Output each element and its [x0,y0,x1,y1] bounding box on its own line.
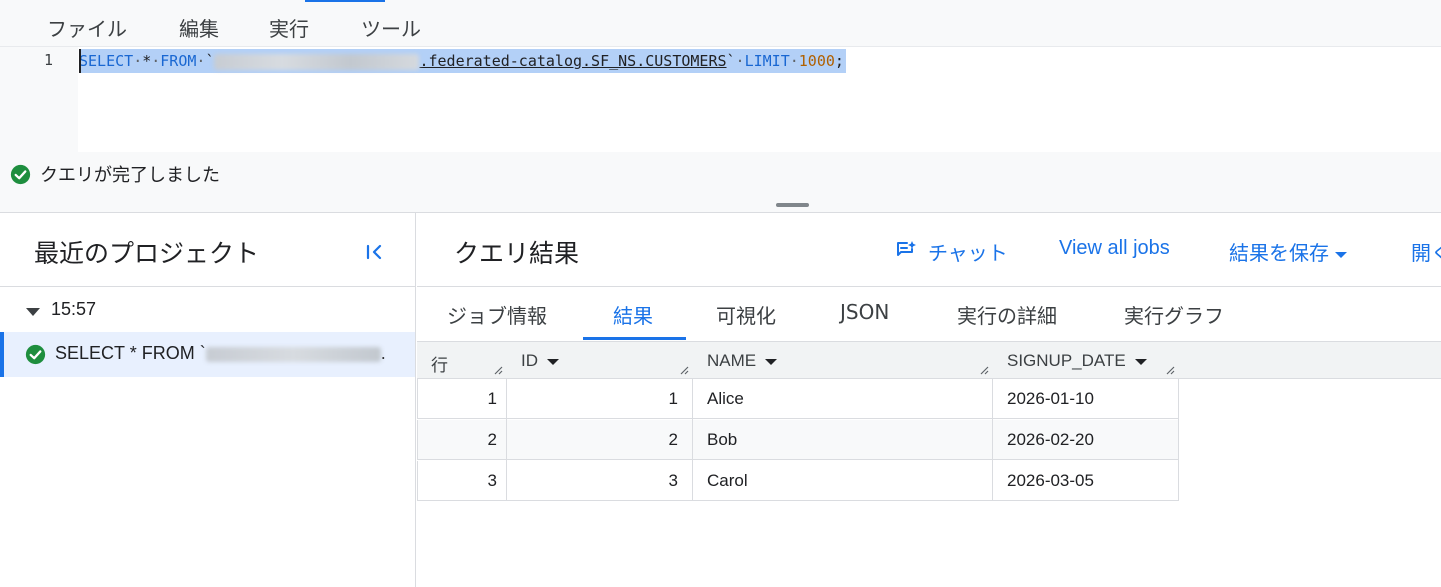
cell-id: 3 [668,471,678,490]
menu-edit[interactable]: 編集 [179,13,219,42]
code-backtick-open: ` [205,52,215,70]
cell-signup-date: 2026-02-20 [1007,430,1094,449]
column-header-signup-date[interactable]: SIGNUP_DATE [1007,342,1147,379]
collapse-left-icon[interactable] [365,243,385,261]
tab-execution-graph[interactable]: 実行グラフ [1124,300,1224,329]
save-results-button[interactable]: 結果を保存 [1229,237,1347,266]
divider [417,286,1441,287]
query-results-title: クエリ結果 [454,239,580,268]
redacted-project-id [214,53,420,70]
chevron-down-icon [765,358,778,365]
query-results-panel: クエリ結果 チャット View all jobs 結果を保存 開く ジョブ情報 … [417,213,1441,587]
cell-name: Carol [707,471,748,490]
column-header-name[interactable]: NAME [707,342,778,379]
code-line-1[interactable]: SELECT·*·FROM·` .federated-catalog.SF_NS.… [79,49,846,73]
kw-select: SELECT [79,52,134,70]
column-label-signup-date: SIGNUP_DATE [1007,351,1126,370]
column-resize-icon[interactable] [493,365,503,375]
kw-from: FROM [160,52,197,70]
check-circle-icon [25,344,46,365]
cell-row-number: 1 [487,389,497,408]
history-group-label: 15:57 [51,299,97,319]
history-job-text: SELECT * FROM `. [55,343,386,364]
code-backtick-close: ` [726,52,736,70]
cell-signup-date: 2026-03-05 [1007,471,1094,490]
cell-id: 2 [668,430,678,449]
tab-visualization[interactable]: 可視化 [716,300,776,329]
tab-json[interactable]: JSON [840,300,889,324]
open-button[interactable]: 開く [1411,237,1441,266]
column-resize-icon[interactable] [979,365,989,375]
recent-projects-title: 最近のプロジェクト [34,239,260,268]
tab-job-info[interactable]: ジョブ情報 [447,300,547,329]
panel-resize-handle[interactable] [776,203,809,207]
tab-results[interactable]: 結果 [613,300,653,329]
check-circle-icon [10,164,31,185]
column-header-row: 行 [431,356,448,375]
status-text: クエリが完了しました [40,165,220,186]
cell-row-number: 2 [487,430,497,449]
history-group-1557[interactable]: 15:57 [0,293,415,329]
line-gutter: 1 [0,47,78,152]
table-header: 行 ID NAME SIGNUP_DATE [417,341,1441,379]
cell-name: Alice [707,389,744,408]
chevron-down-icon [1335,251,1347,258]
code-limit-value: 1000 [798,52,835,70]
menu-run[interactable]: 実行 [269,13,309,42]
column-divider [992,378,993,500]
cell-name: Bob [707,430,738,449]
column-resize-icon[interactable] [1165,365,1175,375]
column-resize-icon[interactable] [679,365,689,375]
chat-spark-icon[interactable] [895,240,917,260]
table-row[interactable]: 3 3 Carol 2026-03-05 [417,461,1179,501]
history-job-item[interactable]: SELECT * FROM `. [0,332,415,377]
view-all-jobs-link[interactable]: View all jobs [1059,237,1170,260]
column-divider [1178,378,1179,500]
active-tab-indicator [583,337,686,340]
cell-signup-date: 2026-01-10 [1007,389,1094,408]
table-row[interactable]: 2 2 Bob 2026-02-20 [417,420,1179,460]
job-query-text: SELECT * FROM ` [55,343,206,363]
menu-file[interactable]: ファイル [47,13,127,42]
query-status-bar: クエリが完了しました [0,152,1441,213]
redacted-project-id [205,346,381,362]
menu-tools[interactable]: ツール [361,13,421,42]
column-divider [506,378,507,500]
chevron-down-icon [547,358,559,365]
divider [0,286,415,287]
chevron-down-icon [1134,358,1147,365]
kw-limit: LIMIT [744,52,790,70]
table-row[interactable]: 1 1 Alice 2026-01-10 [417,379,1179,419]
code-star: * [142,52,152,70]
column-divider [692,378,693,500]
code-table-path: .federated-catalog.SF_NS.CUSTOMERS [419,52,727,70]
chat-button[interactable]: チャット [928,237,1008,266]
text-cursor [79,49,81,73]
cell-id: 1 [668,389,678,408]
caret-down-icon [26,308,40,316]
line-number: 1 [44,51,54,69]
column-label-name: NAME [707,351,757,370]
sql-editor[interactable]: 1 SELECT·*·FROM·` .federated-catalog.SF_N… [0,47,1441,152]
cell-row-number: 3 [487,471,497,490]
code-semicolon: ; [834,52,844,70]
menu-bar: ファイル 編集 実行 ツール [0,0,1441,47]
job-ellipsis: . [380,343,386,363]
tab-execution-details[interactable]: 実行の詳細 [957,300,1057,329]
column-label-id: ID [521,351,538,370]
save-results-label: 結果を保存 [1229,243,1329,265]
recent-projects-panel: 最近のプロジェクト 15:57 SELECT * FROM `. [0,213,416,587]
active-indicator [305,0,385,2]
column-header-id[interactable]: ID [521,342,559,379]
